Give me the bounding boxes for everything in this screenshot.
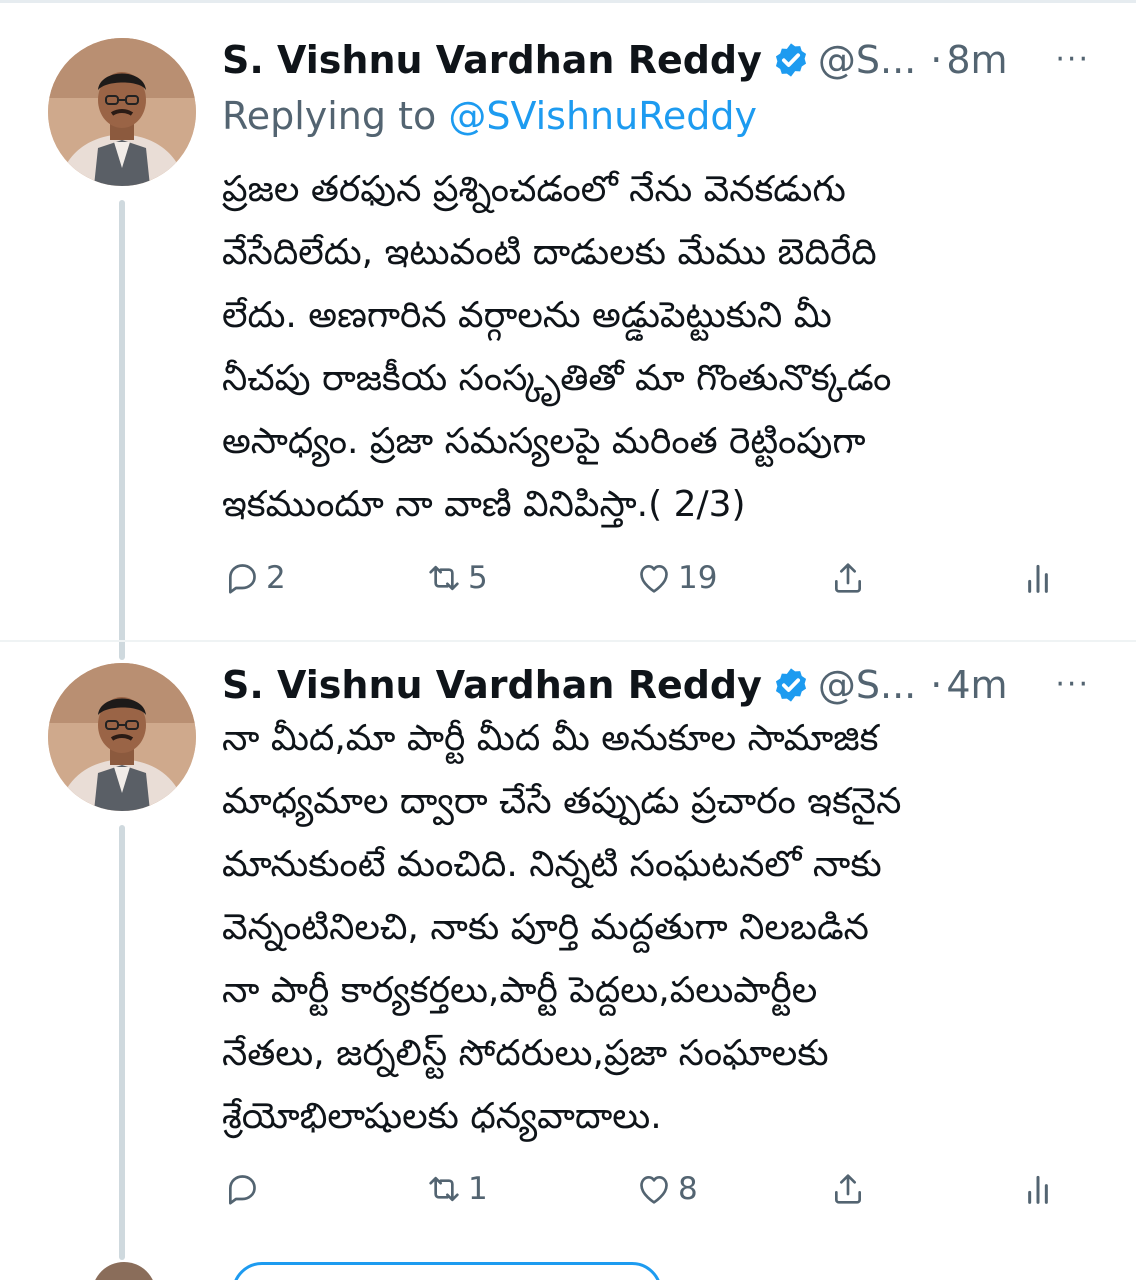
- tweet-text-line: మానుకుంటే మంచిది. నిన్నటి సంఘటనలో నాకు: [222, 844, 882, 885]
- like-button[interactable]: 19: [634, 558, 717, 598]
- next-tweet-reply-pill[interactable]: [232, 1262, 662, 1280]
- replying-label: Replying to: [222, 94, 437, 138]
- timestamp[interactable]: 8m: [946, 36, 1007, 84]
- analytics-icon: [1028, 564, 1048, 593]
- tweet[interactable]: S. Vishnu Vardhan Reddy @S... · 4m ··· న…: [0, 645, 1136, 1260]
- tweet-text-line: నా మీద,మా పార్టీ మీద మీ అనుకూల సామాజిక: [222, 718, 879, 759]
- tweet-text-line: నా పార్టీ కార్యకర్తలు,పార్టీ పెద్దలు,పలు…: [222, 970, 818, 1011]
- reply-icon: [229, 564, 256, 594]
- retweet-count: 5: [468, 560, 488, 596]
- avatar-photo: [48, 38, 196, 186]
- reply-count: 2: [266, 560, 286, 596]
- tweet-text-line: ఇకముందూ నా వాణి వినిపిస్తా.( 2/3): [222, 484, 746, 525]
- like-button[interactable]: 8: [634, 1169, 698, 1209]
- analytics-button[interactable]: [1018, 1169, 1058, 1209]
- reply-button[interactable]: [222, 1169, 266, 1209]
- like-count: 19: [678, 560, 718, 596]
- separator-dot: ·: [930, 38, 943, 82]
- thread-connector-line: [119, 825, 125, 1260]
- author-handle[interactable]: @S...: [818, 36, 916, 84]
- tweet-text-line: అసాధ్యం. ప్రజా సమస్యలపై మరింత రెట్టింపుగ…: [222, 421, 866, 462]
- thread-connector-line: [119, 200, 125, 660]
- like-count: 8: [678, 1171, 698, 1207]
- tweet-text-line: నీచపు రాజకీయ సంస్కృతితో మా గొంతునొక్కడం: [222, 358, 892, 399]
- tweet-text-line: ప్రజల తరఫున ప్రశ్నించడంలో నేను వెనకడుగు: [222, 169, 846, 210]
- author-name[interactable]: S. Vishnu Vardhan Reddy: [222, 36, 762, 84]
- verified-badge-icon: [772, 41, 810, 79]
- tweet-text-line: వెన్నంటినిలచి, నాకు పూర్తి మద్దతుగా నిలబ…: [222, 907, 869, 948]
- tweet-actions: 1 8: [222, 1161, 1082, 1217]
- avatar[interactable]: [48, 663, 196, 811]
- heart-icon: [640, 1176, 668, 1204]
- tweet-header: S. Vishnu Vardhan Reddy @S... · 8m ···: [222, 36, 1102, 84]
- next-tweet-avatar[interactable]: [92, 1262, 156, 1280]
- retweet-icon: [429, 1176, 459, 1202]
- retweet-button[interactable]: 5: [424, 558, 488, 598]
- analytics-button[interactable]: [1018, 558, 1058, 598]
- tweet-text-line: నేతలు, జర్నలిస్ట్ సోదరులు,ప్రజా సంఘాలకు: [222, 1033, 829, 1074]
- retweet-button[interactable]: 1: [424, 1169, 488, 1209]
- author-name[interactable]: S. Vishnu Vardhan Reddy: [222, 661, 762, 709]
- tweet-header: S. Vishnu Vardhan Reddy @S... · 4m ···: [222, 661, 1102, 709]
- more-options-icon[interactable]: ···: [1055, 661, 1090, 709]
- reply-icon: [229, 1175, 256, 1205]
- retweet-icon: [429, 565, 459, 591]
- share-button[interactable]: [828, 1169, 868, 1209]
- replying-mention-link[interactable]: @SVishnuReddy: [448, 94, 757, 138]
- retweet-count: 1: [468, 1171, 488, 1207]
- share-button[interactable]: [828, 558, 868, 598]
- tweet-actions: 2 5 19: [222, 550, 1082, 606]
- separator-dot: ·: [930, 663, 943, 707]
- more-options-icon[interactable]: ···: [1055, 36, 1090, 84]
- share-icon: [835, 563, 861, 593]
- twitter-thread-view: S. Vishnu Vardhan Reddy @S... · 8m ··· R…: [0, 0, 1136, 1280]
- tweet-text: ప్రజల తరఫున ప్రశ్నించడంలో నేను వెనకడుగు …: [222, 158, 1102, 536]
- tweet-separator: [0, 640, 1136, 642]
- tweet-text: నా మీద,మా పార్టీ మీద మీ అనుకూల సామాజిక మ…: [222, 707, 1102, 1148]
- avatar-photo: [48, 663, 196, 811]
- top-divider: [0, 0, 1136, 3]
- tweet-text-line: వేసేదిలేదు, ఇటువంటి దాడులకు మేము బెదిరేద…: [222, 232, 877, 273]
- avatar[interactable]: [48, 38, 196, 186]
- heart-icon: [640, 565, 668, 593]
- replying-to: Replying to @SVishnuReddy: [222, 94, 757, 138]
- tweet-text-line: శ్రేయోభిలాషులకు ధన్యవాదాలు.: [222, 1096, 662, 1137]
- verified-badge-icon: [772, 666, 810, 704]
- analytics-icon: [1028, 1175, 1048, 1204]
- tweet[interactable]: S. Vishnu Vardhan Reddy @S... · 8m ··· R…: [0, 20, 1136, 660]
- tweet-text-line: లేదు. అణగారిన వర్గాలను అడ్డుపెట్టుకుని మ…: [222, 295, 832, 336]
- author-handle[interactable]: @S...: [818, 661, 916, 709]
- share-icon: [835, 1174, 861, 1204]
- timestamp[interactable]: 4m: [946, 661, 1007, 709]
- tweet-text-line: మాధ్యమాల ద్వారా చేసే తప్పుడు ప్రచారం ఇకన…: [222, 781, 902, 822]
- reply-button[interactable]: 2: [222, 558, 286, 598]
